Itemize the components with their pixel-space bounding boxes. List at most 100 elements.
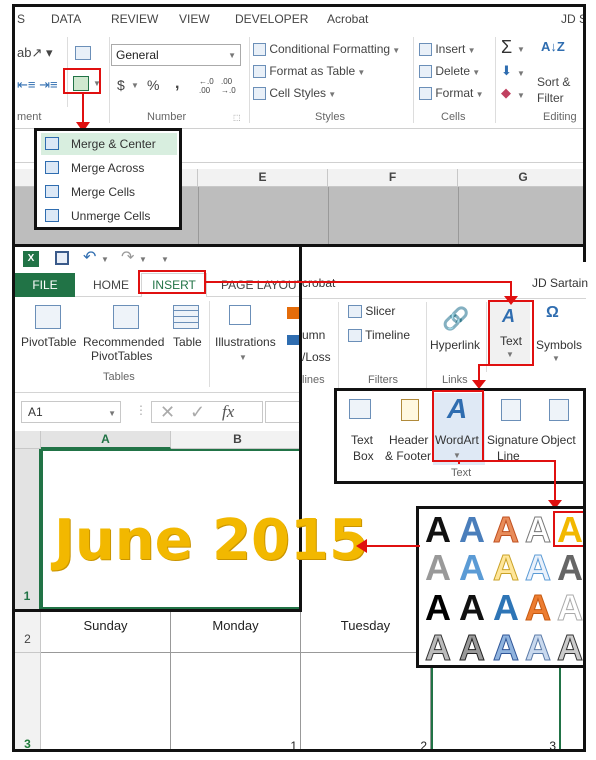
undo-icon[interactable]: ↶ [83, 247, 96, 267]
redo-icon[interactable]: ↷ [121, 247, 134, 267]
row-header-3[interactable]: 3 [15, 653, 41, 749]
hyperlink-label[interactable]: Hyperlink [430, 338, 480, 352]
name-box[interactable]: A1 ▼ [21, 401, 121, 423]
function-icon[interactable]: fx [222, 402, 234, 422]
save-icon[interactable] [55, 251, 69, 265]
illustrations-label[interactable]: Illustrations [215, 335, 276, 349]
tab-acrobat[interactable]: Acrobat [327, 12, 368, 26]
symbols-icon[interactable]: Ω [546, 304, 559, 322]
indent-icon[interactable]: ⇤≡ ⇥≡ [17, 77, 58, 93]
tab-review[interactable]: REVIEW [111, 12, 158, 26]
hyperlink-icon[interactable]: 🔗 [442, 306, 469, 332]
sparkline-winloss-partial[interactable]: /Loss [302, 350, 331, 364]
wrap-text-icon[interactable] [75, 45, 91, 60]
tab-partial-s[interactable]: S [17, 12, 25, 26]
wordart-style-7[interactable]: A [455, 549, 489, 587]
column-header-f[interactable]: F [328, 169, 458, 187]
day-header-tuesday[interactable]: Tuesday [301, 609, 431, 653]
wordart-style-11[interactable]: A [421, 589, 455, 627]
clear-icon[interactable]: ◆ [501, 85, 511, 101]
sort-filter-icon[interactable]: A↓Z [541, 39, 565, 54]
header-footer-button[interactable]: Header & Footer [385, 395, 435, 465]
table-label[interactable]: Table [173, 335, 202, 349]
formula-input[interactable] [265, 401, 299, 423]
wordart-style-3[interactable]: A [489, 510, 523, 549]
column-header-e[interactable]: E [198, 169, 328, 187]
table-icon[interactable] [173, 305, 199, 329]
format-cells-button[interactable]: Format ▼ [419, 86, 484, 101]
column-header-a[interactable]: A [41, 431, 171, 449]
illustrations-icon[interactable] [229, 305, 251, 325]
wordart-style-17[interactable]: A [455, 628, 489, 665]
wordart-style-8[interactable]: A [489, 548, 523, 587]
wordart-style-20[interactable]: A [553, 628, 584, 665]
wordart-style-12[interactable]: A [455, 589, 489, 627]
day-header-sunday[interactable]: Sunday [41, 609, 171, 653]
wordart-style-16[interactable]: A [421, 628, 455, 665]
row-header-1[interactable]: 1 [15, 449, 41, 609]
wordart-style-2[interactable]: A [455, 511, 489, 549]
menu-merge-across[interactable]: Merge Across [41, 157, 177, 179]
number-format-select[interactable]: General ▼ [111, 44, 241, 66]
row-header-2[interactable]: 2 [15, 609, 41, 653]
day-header-monday[interactable]: Monday [171, 609, 301, 653]
enter-icon[interactable]: ✓ [190, 402, 205, 423]
slicer-button[interactable]: Slicer [348, 304, 395, 319]
pivot-table-icon[interactable] [35, 305, 61, 329]
dialog-launcher-icon[interactable]: ⬚ [233, 113, 241, 122]
signature-line-button[interactable]: Signature Line [487, 395, 539, 465]
column-header-b[interactable]: B [171, 431, 299, 449]
wordart-style-18[interactable]: A [489, 628, 523, 665]
wordart-style-15[interactable]: A [553, 588, 584, 627]
sparkline-column-partial[interactable]: umn [302, 328, 325, 342]
delete-cells-button[interactable]: Delete ▼ [419, 64, 480, 79]
menu-merge-cells[interactable]: Merge Cells [41, 181, 177, 203]
comma-button[interactable]: , [175, 75, 179, 93]
wordart-style-6[interactable]: A [421, 549, 455, 587]
symbols-label[interactable]: Symbols [536, 338, 582, 352]
currency-button[interactable]: $ [117, 77, 125, 93]
calendar-title[interactable]: June 2015 [54, 506, 368, 576]
recommended-pivot-label-2[interactable]: PivotTables [91, 349, 152, 363]
menu-unmerge-cells[interactable]: Unmerge Cells [41, 205, 177, 227]
wordart-style-13[interactable]: A [489, 589, 523, 627]
wordart-style-4[interactable]: A [521, 510, 555, 549]
customize-toolbar-icon[interactable]: ▼ [161, 255, 169, 264]
sort-filter-label-1[interactable]: Sort & [537, 75, 570, 89]
select-all-button[interactable] [15, 431, 41, 449]
tab-developer[interactable]: DEVELOPER [235, 12, 308, 26]
conditional-formatting-button[interactable]: Conditional Formatting ▼ [253, 42, 400, 57]
tab-file[interactable]: FILE [15, 273, 75, 297]
timeline-button[interactable]: Timeline [348, 328, 410, 343]
column-header-g[interactable]: G [458, 169, 583, 187]
insert-cells-button[interactable]: Insert ▼ [419, 42, 476, 57]
tab-view[interactable]: VIEW [179, 12, 210, 26]
recommended-pivot-icon[interactable] [113, 305, 139, 329]
cancel-icon[interactable]: ✕ [160, 402, 175, 423]
autosum-icon[interactable]: Σ [501, 37, 512, 58]
sort-filter-label-2[interactable]: Filter [537, 91, 564, 105]
menu-merge-center[interactable]: Merge & Center [41, 133, 177, 155]
tab-data[interactable]: DATA [51, 12, 81, 26]
apps-icon[interactable] [287, 307, 299, 319]
acrobat-tab-partial[interactable]: crobat [302, 276, 335, 290]
wordart-style-1[interactable]: A [421, 511, 455, 549]
percent-button[interactable]: % [147, 77, 159, 93]
wordart-style-14[interactable]: A [521, 588, 555, 627]
format-as-table-button[interactable]: Format as Table ▼ [253, 64, 365, 79]
wordart-style-9[interactable]: A [521, 548, 555, 587]
decrease-decimal-button[interactable]: .00 →.0 [221, 77, 243, 95]
fill-icon[interactable]: ⬇ [501, 63, 512, 79]
tab-home[interactable]: HOME [93, 278, 129, 292]
text-box-button[interactable]: Text Box [341, 395, 381, 465]
object-button[interactable]: Object [539, 395, 583, 465]
wordart-style-5-selected[interactable]: A [553, 511, 583, 548]
date-cell-2[interactable]: 2 [301, 653, 431, 749]
increase-decimal-button[interactable]: ←.0 .00 [199, 77, 221, 95]
orientation-icon[interactable]: ab↗ ▾ [17, 45, 53, 61]
wordart-style-10[interactable]: A [553, 549, 583, 587]
date-cell-empty[interactable] [41, 653, 171, 749]
pivot-table-label[interactable]: PivotTable [21, 335, 76, 349]
recommended-pivot-label-1[interactable]: Recommended [83, 335, 164, 349]
chart-icon[interactable] [287, 335, 299, 345]
